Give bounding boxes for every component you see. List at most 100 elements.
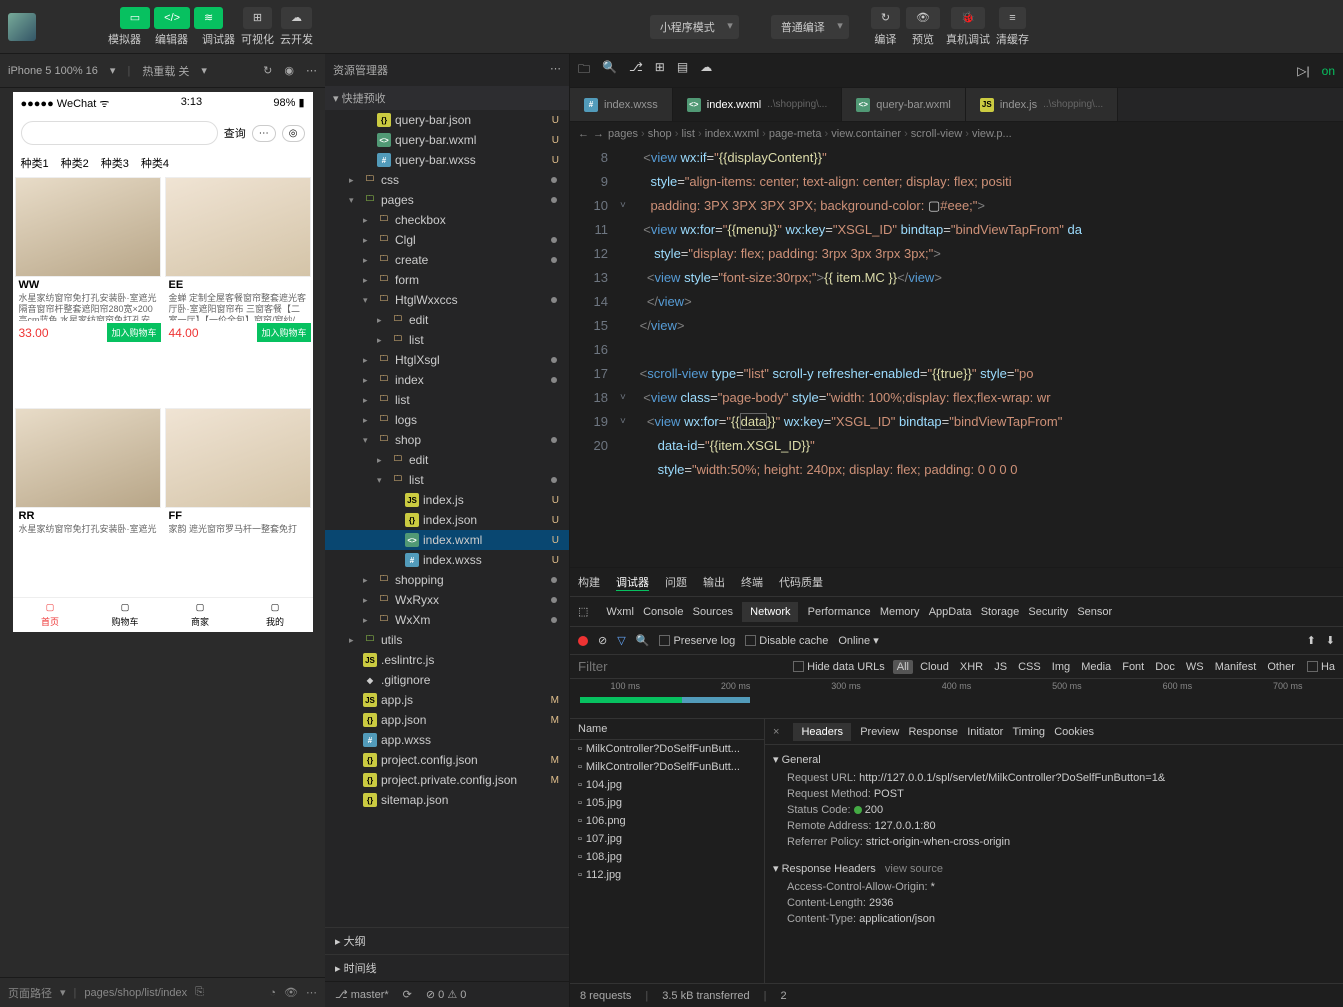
toggle-on[interactable]: on	[1322, 64, 1335, 78]
devtools-tab[interactable]: AppData	[929, 606, 972, 618]
capsule-menu[interactable]: ⋯	[252, 125, 276, 142]
code-editor[interactable]: 891011121314151617181920 ˅˅˅ <view wx:if…	[570, 146, 1343, 567]
more-icon[interactable]: ⋯	[306, 64, 317, 77]
product-card[interactable]: EE 金蝉 定制全屋客餐窗帘整套遮光客厅卧·室遮阳窗帘布 三窗客餐【二室一厅】【…	[163, 175, 313, 406]
network-request[interactable]: ▫104.jpg	[570, 776, 764, 794]
tree-item[interactable]: #query-bar.wxssU	[325, 150, 569, 170]
devtools-tab[interactable]: Wxml	[606, 606, 634, 618]
tree-item[interactable]: <>query-bar.wxmlU	[325, 130, 569, 150]
search-input[interactable]	[21, 121, 218, 145]
tabbar-item[interactable]: ▢商家	[163, 602, 238, 628]
add-cart-button[interactable]: 加入购物车	[257, 323, 310, 342]
filter-chip[interactable]: Manifest	[1211, 660, 1261, 674]
network-request[interactable]: ▫108.jpg	[570, 848, 764, 866]
search-net-icon[interactable]: 🔍	[636, 634, 650, 647]
cloud-button[interactable]: ☁	[281, 7, 312, 29]
tree-item[interactable]: ▾🗀HtglWxxccs	[325, 290, 569, 310]
db-icon[interactable]: ▤	[677, 60, 688, 81]
network-request[interactable]: ▫112.jpg	[570, 866, 764, 884]
detail-tab[interactable]: Headers	[793, 723, 851, 741]
copy-icon[interactable]: ⎘	[195, 986, 204, 999]
tree-item[interactable]: {}sitemap.json	[325, 790, 569, 810]
category-tab[interactable]: 种类3	[101, 155, 129, 171]
compile-button[interactable]: ↻	[871, 7, 900, 29]
filter-chip[interactable]: Img	[1048, 660, 1074, 674]
network-request[interactable]: ▫107.jpg	[570, 830, 764, 848]
tree-item[interactable]: ▸🗀utils	[325, 630, 569, 650]
editor-tab[interactable]: <>index.wxml..\shopping\...	[673, 88, 842, 121]
visualize-button[interactable]: ⊞	[243, 7, 272, 29]
tree-item[interactable]: ▸🗀WxXm	[325, 610, 569, 630]
disable-cache-check[interactable]	[745, 635, 756, 646]
tree-item[interactable]: <>index.wxmlU	[325, 530, 569, 550]
panel-tab[interactable]: 代码质量	[779, 574, 823, 590]
clearcache-button[interactable]: ≡	[999, 7, 1025, 29]
online-dropdown[interactable]: Online ▾	[838, 634, 878, 647]
panel-tab[interactable]: 构建	[578, 574, 600, 590]
sim-more[interactable]: ⋯	[306, 986, 317, 999]
tree-item[interactable]: ▾🗀list	[325, 470, 569, 490]
filter-chip[interactable]: CSS	[1014, 660, 1045, 674]
tree-item[interactable]: #index.wxssU	[325, 550, 569, 570]
folder-icon[interactable]: 🗀	[578, 60, 590, 81]
product-card[interactable]: RR 水星家纺窗帘免打孔安装卧·室遮光	[13, 406, 163, 597]
devtools-tab[interactable]: Sources	[693, 606, 733, 618]
tree-item[interactable]: JSapp.jsM	[325, 690, 569, 710]
filter-chip[interactable]: Other	[1263, 660, 1299, 674]
tree-item[interactable]: {}index.jsonU	[325, 510, 569, 530]
debugger-button[interactable]: ≋	[194, 7, 223, 29]
git-branch[interactable]: ⎇ master*	[335, 988, 389, 1001]
git-icon[interactable]: ⎇	[629, 60, 643, 81]
detail-tab[interactable]: Cookies	[1054, 726, 1094, 738]
compile-dropdown[interactable]: 普通编译	[771, 15, 849, 39]
panel-tab[interactable]: 问题	[665, 574, 687, 590]
devtools-tab[interactable]: Network	[742, 602, 798, 622]
network-request[interactable]: ▫MilkController?DoSelfFunButt...	[570, 758, 764, 776]
filter-chip[interactable]: Cloud	[916, 660, 953, 674]
record-button[interactable]	[578, 636, 588, 646]
tree-item[interactable]: ▾🗀shop	[325, 430, 569, 450]
filter-chip[interactable]: Media	[1077, 660, 1115, 674]
tree-item[interactable]: ▸🗀css	[325, 170, 569, 190]
tree-item[interactable]: ▾🗀pages	[325, 190, 569, 210]
simulator-button[interactable]: ▭	[120, 7, 150, 29]
realdebug-button[interactable]: 🐞	[951, 7, 985, 29]
tree-item[interactable]: ▸🗀index	[325, 370, 569, 390]
detail-tab[interactable]: Response	[908, 726, 958, 738]
editor-tab[interactable]: <>query-bar.wxml	[842, 88, 966, 121]
panel-tab[interactable]: 终端	[741, 574, 763, 590]
name-column[interactable]: Name	[570, 719, 764, 740]
tabbar-item[interactable]: ▢购物车	[88, 602, 163, 628]
download-icon[interactable]: ⬇	[1326, 634, 1335, 647]
tabbar-item[interactable]: ▢我的	[238, 602, 313, 628]
tree-item[interactable]: {}project.config.jsonM	[325, 750, 569, 770]
sim-icon2[interactable]: 👁	[284, 986, 298, 999]
detail-tab[interactable]: Timing	[1012, 726, 1045, 738]
filter-chip[interactable]: Font	[1118, 660, 1148, 674]
devtools-tab[interactable]: Memory	[880, 606, 920, 618]
filter-chip[interactable]: JS	[990, 660, 1011, 674]
tree-item[interactable]: ▸🗀logs	[325, 410, 569, 430]
breadcrumb[interactable]: ← → pages › shop › list › index.wxml › p…	[570, 122, 1343, 146]
network-request[interactable]: ▫105.jpg	[570, 794, 764, 812]
detail-tab[interactable]: Initiator	[967, 726, 1003, 738]
preview-button[interactable]: 👁	[906, 7, 940, 29]
filter-chip[interactable]: XHR	[956, 660, 987, 674]
timeline-section[interactable]: 时间线	[344, 963, 377, 975]
hide-dataurls-check[interactable]	[793, 661, 804, 672]
tree-item[interactable]: ▸🗀list	[325, 390, 569, 410]
tree-item[interactable]: ◆.gitignore	[325, 670, 569, 690]
outline-section[interactable]: 大纲	[344, 936, 366, 948]
capsule-close[interactable]: ◎	[282, 125, 305, 142]
search-icon[interactable]: 🔍	[602, 60, 617, 81]
editor-tab[interactable]: JSindex.js..\shopping\...	[966, 88, 1118, 121]
tree-item[interactable]: {}query-bar.jsonU	[325, 110, 569, 130]
tree-item[interactable]: #app.wxss	[325, 730, 569, 750]
product-card[interactable]: FF 家韵 遮光窗帘罗马杆一整套免打	[163, 406, 313, 597]
back-icon[interactable]: ←	[578, 128, 589, 140]
editor-tab[interactable]: #index.wxss	[570, 88, 673, 121]
view-source-link[interactable]: view source	[885, 863, 943, 875]
tree-item[interactable]: {}app.jsonM	[325, 710, 569, 730]
tree-item[interactable]: JSindex.jsU	[325, 490, 569, 510]
tree-item[interactable]: ▸🗀edit	[325, 310, 569, 330]
